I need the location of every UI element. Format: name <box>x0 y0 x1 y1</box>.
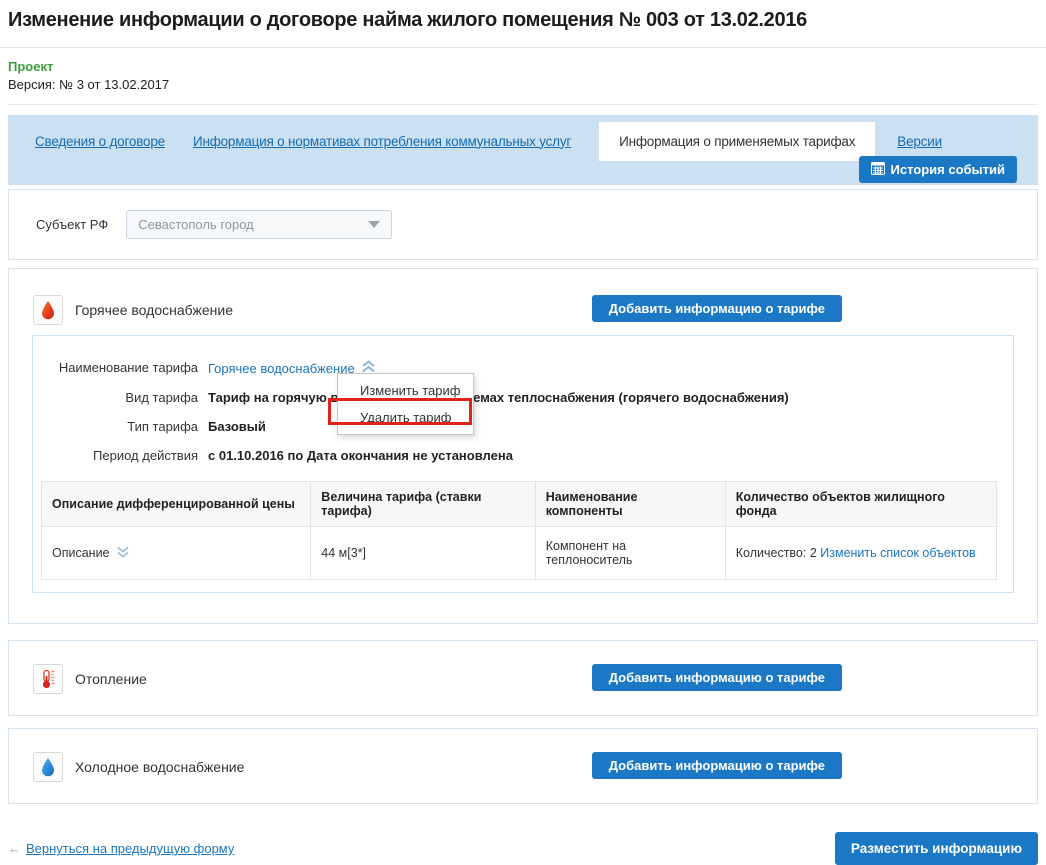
object-count-cell: Количество: 2 Изменить список объектов <box>725 527 996 580</box>
menu-item-delete-tariff[interactable]: Удалить тариф <box>338 404 473 431</box>
tariff-name-link-text: Горячее водоснабжение <box>208 361 355 377</box>
tab-applied-tariffs-active[interactable]: Информация о применяемых тарифах <box>599 122 875 161</box>
version-label: Версия: № 3 от 13.02.2017 <box>8 77 1038 92</box>
add-tariff-button-cold-water[interactable]: Добавить информацию о тарифе <box>592 752 842 779</box>
tabs-bar: Сведения о договоре Информация о нормати… <box>8 115 1038 185</box>
col-header-object-count: Количество объектов жилищного фонда <box>725 482 996 527</box>
subject-panel: Субъект РФ Севастополь город <box>8 189 1038 260</box>
tariff-period-row: Период действия с 01.10.2016 по Дата око… <box>33 448 1013 464</box>
menu-item-edit-tariff[interactable]: Изменить тариф <box>338 377 473 404</box>
divider <box>8 104 1038 105</box>
component-cell: Компонент на теплоноситель <box>535 527 725 580</box>
tab-versions[interactable]: Версии <box>897 134 942 149</box>
col-header-component-name: Наименование компоненты <box>535 482 725 527</box>
history-button-label: История событий <box>891 162 1006 177</box>
tariff-name-label: Наименование тарифа <box>33 360 198 377</box>
hot-water-drop-icon <box>33 295 63 325</box>
col-header-tariff-value: Величина тарифа (ставки тарифа) <box>311 482 535 527</box>
table-header-row: Описание дифференцированной цены Величин… <box>42 482 997 527</box>
section-hot-water-header: Горячее водоснабжение <box>9 269 1037 325</box>
tariff-kind-value: Тариф на горячую воду в закрытых система… <box>208 390 789 406</box>
back-to-previous-form-link[interactable]: Вернуться на предыдущую форму <box>26 841 234 856</box>
footer: ← Вернуться на предыдущую форму Размести… <box>8 832 1038 865</box>
history-button[interactable]: История событий <box>859 156 1018 183</box>
table-row: Описание 44 м[3*] Компонент на теплоноси… <box>42 527 997 580</box>
description-cell: Описание <box>42 527 311 580</box>
tariff-value-cell: 44 м[3*] <box>311 527 535 580</box>
object-count-text: Количество: 2 <box>736 546 817 560</box>
section-cold-water-header: Холодное водоснабжение <box>9 729 1037 782</box>
description-label: Описание <box>52 546 110 560</box>
section-cold-water: Холодное водоснабжение Добавить информац… <box>8 728 1038 804</box>
tab-contract-info[interactable]: Сведения о договоре <box>35 134 165 149</box>
status-badge: Проект <box>8 59 1038 74</box>
section-heating: Отопление Добавить информацию о тарифе <box>8 640 1038 716</box>
tariff-card: Наименование тарифа Горячее водоснабжени… <box>32 335 1014 593</box>
section-hot-water-title: Горячее водоснабжение <box>75 302 233 318</box>
cold-water-drop-icon <box>33 752 63 782</box>
tariff-context-menu: Изменить тариф Удалить тариф <box>337 373 474 435</box>
tariff-period-value: с 01.10.2016 по Дата окончания не устано… <box>208 448 513 464</box>
tariff-name-row: Наименование тарифа Горячее водоснабжени… <box>33 360 1013 377</box>
section-cold-water-title: Холодное водоснабжение <box>75 759 244 775</box>
edit-object-list-link[interactable]: Изменить список объектов <box>820 546 975 560</box>
subject-rf-value: Севастополь город <box>138 217 254 232</box>
subject-rf-label: Субъект РФ <box>36 217 108 232</box>
tab-consumption-norms[interactable]: Информация о нормативах потребления комм… <box>193 134 571 149</box>
tariff-period-label: Период действия <box>33 448 198 464</box>
tariff-type-label: Тип тарифа <box>33 419 198 435</box>
left-arrow-icon: ← <box>8 841 21 856</box>
add-tariff-button-heating[interactable]: Добавить информацию о тарифе <box>592 664 842 691</box>
chevron-down-caret-icon <box>368 221 380 228</box>
section-heating-header: Отопление <box>9 641 1037 694</box>
tariff-type-row: Тип тарифа Базовый <box>33 419 1013 435</box>
section-hot-water: Горячее водоснабжение Добавить информаци… <box>8 268 1038 624</box>
page-title: Изменение информации о договоре найма жи… <box>0 0 1046 32</box>
section-heating-title: Отопление <box>75 671 147 687</box>
subject-rf-select[interactable]: Севастополь город <box>126 210 392 239</box>
tariff-table: Описание дифференцированной цены Величин… <box>41 481 997 580</box>
thermometer-icon <box>33 664 63 694</box>
tariff-type-value: Базовый <box>208 419 266 435</box>
add-tariff-button-hot-water[interactable]: Добавить информацию о тарифе <box>592 295 842 322</box>
publish-information-button[interactable]: Разместить информацию <box>835 832 1038 865</box>
calendar-icon <box>871 161 885 178</box>
tariff-kind-label: Вид тарифа <box>33 390 198 406</box>
tariff-kind-row: Вид тарифа Тариф на горячую воду в закры… <box>33 390 1013 406</box>
double-chevron-down-icon[interactable] <box>116 546 130 561</box>
divider <box>0 47 1046 48</box>
col-header-price-description: Описание дифференцированной цены <box>42 482 311 527</box>
